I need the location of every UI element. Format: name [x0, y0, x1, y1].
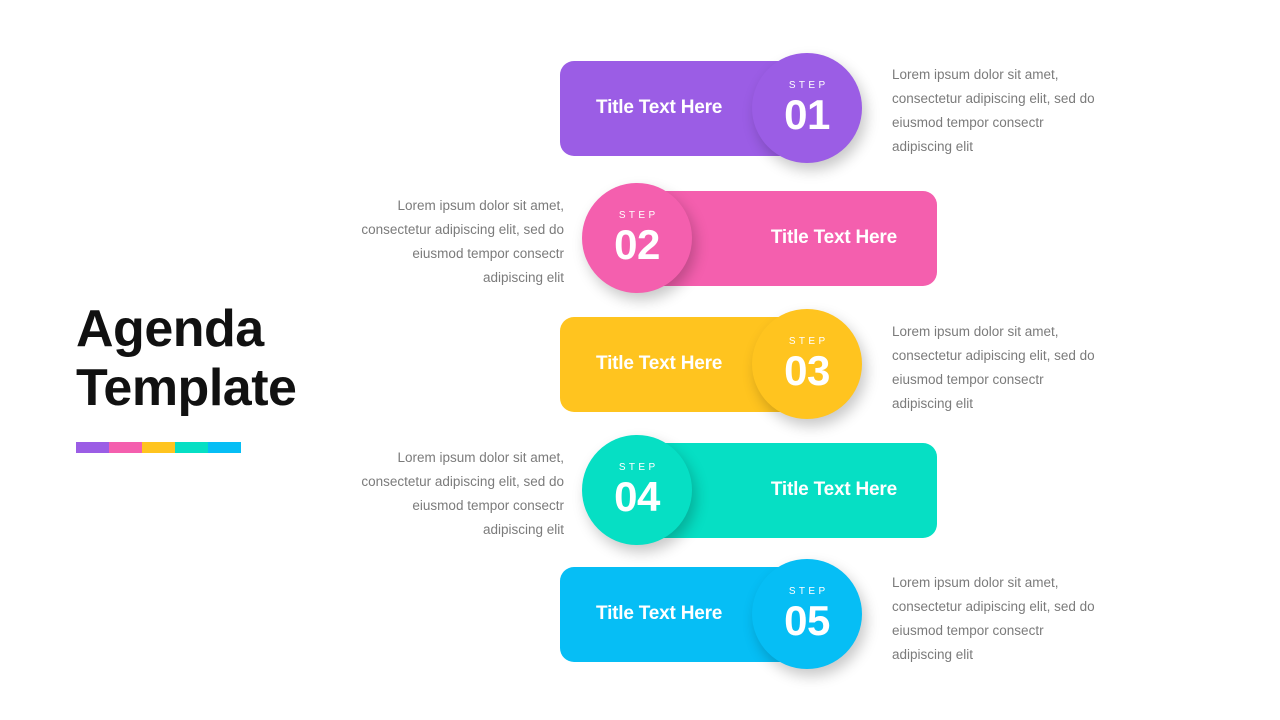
accent-segment-2 — [109, 442, 142, 453]
agenda-slide: Agenda Template Title Text Here STEP 01 … — [0, 0, 1280, 720]
step-badge-05[interactable]: STEP 05 — [752, 559, 862, 669]
step-number-02: 02 — [614, 220, 660, 268]
step-number-05: 05 — [784, 596, 830, 644]
step-title-02: Title Text Here — [770, 227, 897, 248]
step-badge-03[interactable]: STEP 03 — [752, 309, 862, 419]
step-title-05: Title Text Here — [596, 603, 723, 624]
step-row-04[interactable]: Title Text Here STEP 04 — [582, 430, 937, 550]
step-row-03[interactable]: Title Text Here STEP 03 — [560, 304, 862, 424]
step-row-05[interactable]: Title Text Here STEP 05 — [560, 554, 862, 674]
accent-segment-1 — [76, 442, 109, 453]
step-label-03: STEP — [788, 335, 829, 347]
accent-segment-5 — [208, 442, 241, 453]
step-label-04: STEP — [618, 461, 659, 473]
step-number-01: 01 — [784, 90, 830, 138]
step-label-02: STEP — [618, 209, 659, 221]
step-title-01: Title Text Here — [596, 97, 723, 118]
page-title: Agenda Template — [76, 300, 297, 417]
step-label-01: STEP — [788, 79, 829, 91]
step-row-02[interactable]: Title Text Here STEP 02 — [582, 178, 937, 298]
accent-color-bar — [76, 442, 241, 453]
step-number-04: 04 — [614, 472, 660, 520]
step-title-04: Title Text Here — [770, 479, 897, 500]
accent-segment-3 — [142, 442, 175, 453]
step-description-05: Lorem ipsum dolor sit amet, consectetur … — [892, 575, 1095, 662]
title-block: Agenda Template — [76, 300, 496, 453]
step-badge-04[interactable]: STEP 04 — [582, 435, 692, 545]
step-row-01[interactable]: Title Text Here STEP 01 — [560, 48, 862, 168]
step-description-04: Lorem ipsum dolor sit amet, consectetur … — [361, 450, 564, 537]
step-badge-01[interactable]: STEP 01 — [752, 53, 862, 163]
step-description-02: Lorem ipsum dolor sit amet, consectetur … — [361, 198, 564, 285]
step-label-05: STEP — [788, 585, 829, 597]
step-description-03: Lorem ipsum dolor sit amet, consectetur … — [892, 324, 1095, 411]
step-description-01: Lorem ipsum dolor sit amet, consectetur … — [892, 67, 1095, 154]
step-number-03: 03 — [784, 346, 830, 394]
step-badge-02[interactable]: STEP 02 — [582, 183, 692, 293]
accent-segment-4 — [175, 442, 208, 453]
step-title-03: Title Text Here — [596, 353, 723, 374]
